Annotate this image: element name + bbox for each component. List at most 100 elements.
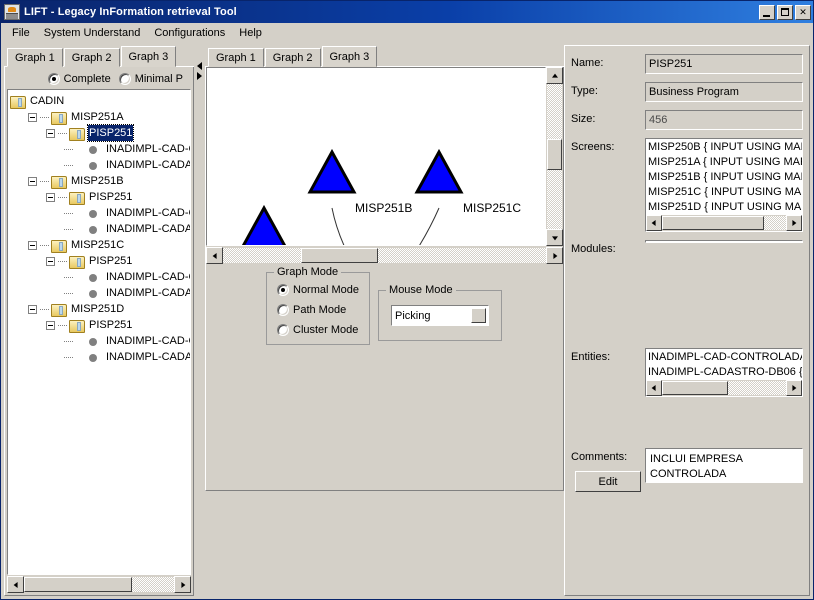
tree-hscroll-thumb[interactable]: [24, 577, 132, 592]
tree-collapse-icon[interactable]: [46, 320, 55, 330]
comments-listbox[interactable]: INCLUI EMPRESA CONTROLADA: [645, 448, 803, 483]
tree-node[interactable]: CADIN: [10, 93, 190, 109]
menu-help[interactable]: Help: [232, 25, 269, 41]
tree-collapse-icon[interactable]: [28, 112, 37, 122]
modules-listbox[interactable]: [645, 240, 803, 243]
tree-collapse-icon[interactable]: [46, 192, 55, 202]
menu-file[interactable]: File: [5, 25, 37, 41]
tree-node-label: INADIMPL-CAD-CONT: [106, 271, 190, 283]
entities-hscroll-right-button[interactable]: [786, 380, 802, 396]
menu-system-understand[interactable]: System Understand: [37, 25, 148, 41]
tree-hscroll-left-button[interactable]: [7, 576, 24, 593]
tree-scroll-area[interactable]: CADINMISP251APISP251INADIMPL-CAD-CONTINA…: [7, 89, 191, 575]
graph-tab-graph-2[interactable]: Graph 2: [264, 48, 321, 67]
radio-normal-mode[interactable]: Normal Mode: [277, 284, 359, 296]
close-button[interactable]: ✕: [795, 4, 811, 20]
tree-tab-graph-2[interactable]: Graph 2: [63, 48, 120, 67]
field-name-input[interactable]: PISP251: [645, 54, 803, 74]
graph-hscroll-right-button[interactable]: [546, 247, 563, 264]
screens-list-item[interactable]: MISP251A { INPUT USING MAP: [648, 155, 802, 170]
tree-node[interactable]: INADIMPL-CAD-CONT: [10, 333, 190, 349]
radio-path-mode[interactable]: Path Mode: [277, 304, 359, 316]
comments-line-item[interactable]: CONTROLADA: [650, 467, 802, 482]
tree-hscroll-right-button[interactable]: [174, 576, 191, 593]
screens-list-item[interactable]: MISP251B { INPUT USING MAP: [648, 170, 802, 185]
minimize-button[interactable]: [759, 4, 775, 20]
graph-canvas[interactable]: MISP251B MISP251C MISP251A MISP251D INAD…: [206, 67, 546, 246]
folder-icon: [69, 255, 85, 269]
tree-node[interactable]: PISP251: [10, 253, 190, 269]
radio-path-mode-dot: [277, 304, 289, 316]
tree-node[interactable]: INADIMPL-CADASTR(: [10, 221, 190, 237]
entities-list-item[interactable]: INADIMPL-CADASTRO-DB06 {: [648, 365, 802, 380]
tree-node[interactable]: MISP251A: [10, 109, 190, 125]
tree-node[interactable]: INADIMPL-CADASTR(: [10, 349, 190, 365]
tree-node[interactable]: INADIMPL-CAD-CONT: [10, 205, 190, 221]
graph-tab-graph-1[interactable]: Graph 1: [208, 48, 264, 67]
tree-node[interactable]: MISP251B: [10, 173, 190, 189]
tree-node[interactable]: PISP251: [10, 317, 190, 333]
tree-collapse-icon[interactable]: [28, 304, 37, 314]
tree-node[interactable]: PISP251: [10, 189, 190, 205]
comments-line-item[interactable]: INCLUI EMPRESA: [650, 452, 802, 467]
tree-collapse-icon[interactable]: [28, 240, 37, 250]
entities-hscroll-track[interactable]: [662, 380, 786, 396]
entities-hscrollbar[interactable]: [646, 380, 802, 396]
entities-listbox[interactable]: INADIMPL-CAD-CONTROLADA- INADIMPL-CADASTR…: [645, 348, 803, 397]
tree-collapse-icon[interactable]: [46, 128, 55, 138]
screens-hscrollbar[interactable]: [646, 215, 802, 231]
tree-node[interactable]: PISP251: [10, 124, 190, 142]
screens-hscroll-track[interactable]: [662, 215, 786, 231]
node-misp251a-triangle[interactable]: [241, 204, 287, 246]
screens-listbox[interactable]: MISP250B { INPUT USING MAP MISP251A { INP…: [645, 138, 803, 232]
graph-hscroll-track[interactable]: [223, 247, 546, 264]
maximize-button[interactable]: [777, 4, 793, 20]
radio-minimal[interactable]: Minimal P: [118, 73, 183, 85]
screens-list-item[interactable]: MISP250B { INPUT USING MAP: [648, 140, 802, 155]
entities-list-item[interactable]: INADIMPL-CAD-CONTROLADA-: [648, 350, 802, 365]
tree-hscroll-track[interactable]: [24, 576, 174, 593]
splitter-collapse-left-icon[interactable]: [197, 62, 202, 70]
field-size-input[interactable]: 456: [645, 110, 803, 130]
entities-hscroll-thumb[interactable]: [662, 381, 728, 395]
graph-hscroll-left-button[interactable]: [206, 247, 223, 264]
field-type-input[interactable]: Business Program: [645, 82, 803, 102]
radio-cluster-mode[interactable]: Cluster Mode: [277, 324, 359, 336]
splitter-expand-right-icon[interactable]: [197, 72, 202, 80]
tree-tab-graph-1[interactable]: Graph 1: [7, 48, 63, 67]
graph-tab-graph-3[interactable]: Graph 3: [321, 46, 378, 67]
tree-hscrollbar[interactable]: [7, 576, 191, 593]
tree-collapse-icon[interactable]: [28, 176, 37, 186]
tree-node[interactable]: MISP251D: [10, 301, 190, 317]
field-name-label: Name:: [571, 57, 604, 69]
graph-vscroll-up-button[interactable]: [546, 67, 563, 84]
graph-vscroll-track[interactable]: [546, 84, 563, 229]
graph-vscroll-thumb[interactable]: [547, 139, 562, 170]
tree-collapse-icon[interactable]: [46, 256, 55, 266]
graph-hscrollbar[interactable]: [206, 247, 563, 264]
tree-node[interactable]: MISP251C: [10, 237, 190, 253]
tree-node[interactable]: INADIMPL-CADASTR(: [10, 285, 190, 301]
entities-hscroll-left-button[interactable]: [646, 380, 662, 396]
tree-tab-graph-3[interactable]: Graph 3: [120, 46, 177, 67]
tree-node[interactable]: INADIMPL-CAD-CONT: [10, 269, 190, 285]
mouse-mode-select[interactable]: Picking: [391, 305, 490, 326]
tree-node[interactable]: INADIMPL-CADASTR(: [10, 157, 190, 173]
graph-vscrollbar[interactable]: [546, 67, 563, 246]
screens-hscroll-left-button[interactable]: [646, 215, 662, 231]
radio-complete-dot: [47, 73, 60, 85]
node-misp251c-triangle[interactable]: [414, 148, 464, 194]
mouse-mode-dropdown-button[interactable]: [471, 308, 487, 323]
screens-list-item[interactable]: MISP251C { INPUT USING MAP: [648, 185, 802, 200]
graph-hscroll-thumb[interactable]: [300, 248, 379, 263]
menu-configurations[interactable]: Configurations: [147, 25, 232, 41]
left-splitter[interactable]: [194, 45, 205, 596]
tree-node[interactable]: INADIMPL-CAD-CONT: [10, 141, 190, 157]
screens-hscroll-thumb[interactable]: [662, 216, 764, 230]
radio-complete[interactable]: Complete: [47, 73, 111, 85]
node-misp251b-triangle[interactable]: [307, 148, 357, 194]
graph-vscroll-down-button[interactable]: [546, 229, 563, 246]
edit-comments-button[interactable]: Edit: [575, 471, 641, 492]
screens-hscroll-right-button[interactable]: [786, 215, 802, 231]
screens-list-item[interactable]: MISP251D { INPUT USING MAP: [648, 200, 802, 215]
